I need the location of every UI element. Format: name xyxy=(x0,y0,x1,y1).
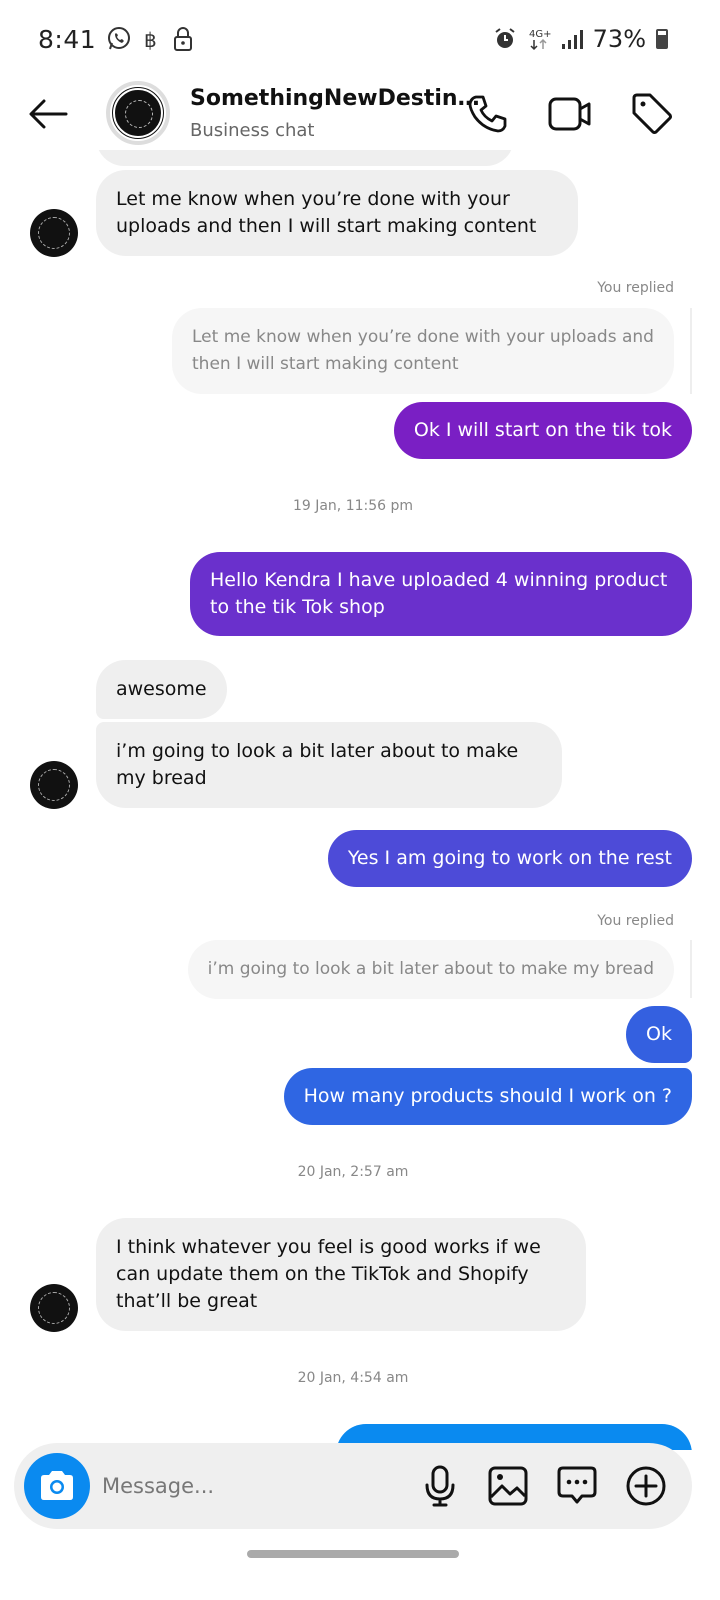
message-list[interactable]: Let me know when you’re done with your u… xyxy=(0,150,720,1450)
back-button[interactable] xyxy=(26,94,70,134)
status-bar: 8:41 ฿ 4G+ 73% xyxy=(0,0,720,78)
gallery-button[interactable] xyxy=(486,1464,530,1508)
more-options-button[interactable] xyxy=(624,1464,668,1508)
message-incoming[interactable]: I think whatever you feel is good works … xyxy=(96,1218,586,1331)
svg-text:4G+: 4G+ xyxy=(529,29,551,40)
timestamp: 20 Jan, 4:54 am xyxy=(297,1370,409,1386)
timestamp: 20 Jan, 2:57 am xyxy=(297,1164,409,1180)
sender-avatar[interactable] xyxy=(30,761,78,809)
reply-label: You replied xyxy=(597,280,674,296)
message-outgoing[interactable]: Yes I am going to work on the rest xyxy=(327,830,692,887)
message-incoming[interactable]: Let me know when you’re done with your u… xyxy=(96,170,578,256)
tag-button[interactable] xyxy=(630,92,674,136)
alarm-icon xyxy=(493,27,517,51)
message-outgoing[interactable]: Ok I will start on the tik tok xyxy=(393,402,692,459)
tag-icon xyxy=(632,93,672,134)
svg-text:฿: ฿ xyxy=(144,28,157,52)
bitcoin-icon: ฿ xyxy=(142,26,162,52)
phone-icon xyxy=(468,95,507,133)
lock-icon xyxy=(172,26,194,52)
message-outgoing[interactable]: How many products should I work on ? xyxy=(283,1068,692,1125)
sticker-button[interactable] xyxy=(555,1464,599,1508)
avatar-logo xyxy=(112,87,164,139)
phone-call-button[interactable] xyxy=(466,92,510,136)
timestamp: 19 Jan, 11:56 pm xyxy=(292,498,414,514)
back-arrow-icon xyxy=(29,99,68,129)
battery-icon xyxy=(656,29,668,49)
message-outgoing[interactable]: Hello Kendra I have uploaded 4 winning p… xyxy=(190,552,692,636)
battery-percent: 73% xyxy=(592,25,646,53)
message-incoming[interactable]: awesome xyxy=(96,660,227,719)
video-call-button[interactable] xyxy=(548,92,592,136)
status-right: 4G+ 73% xyxy=(493,25,668,53)
contact-name[interactable]: SomethingNewDestin… xyxy=(190,86,480,111)
video-icon xyxy=(548,97,591,131)
reply-indicator-bar xyxy=(690,940,692,998)
sender-avatar[interactable] xyxy=(30,209,78,257)
status-time: 8:41 xyxy=(38,24,97,54)
reply-quote[interactable]: Let me know when you’re done with your u… xyxy=(172,308,674,394)
camera-button[interactable] xyxy=(24,1453,90,1519)
sticker-icon xyxy=(557,1466,597,1504)
reply-label: You replied xyxy=(597,913,674,929)
voice-message-button[interactable] xyxy=(418,1464,462,1508)
reply-quote[interactable]: i’m going to look a bit later about to m… xyxy=(187,940,674,999)
signal-icon xyxy=(561,28,583,50)
reply-indicator-bar xyxy=(690,308,692,394)
message-outgoing[interactable]: Ok xyxy=(626,1006,692,1063)
message-input[interactable] xyxy=(102,1467,402,1505)
camera-icon xyxy=(41,1471,73,1500)
message-incoming[interactable]: i’m going to look a bit later about to m… xyxy=(96,722,562,808)
home-indicator[interactable] xyxy=(247,1550,459,1558)
message-composer xyxy=(14,1443,692,1529)
sender-avatar[interactable] xyxy=(30,1284,78,1332)
whatsapp-icon xyxy=(106,26,132,52)
chat-header: SomethingNewDestin… Business chat xyxy=(0,78,720,150)
microphone-icon xyxy=(425,1465,455,1507)
contact-avatar[interactable] xyxy=(106,81,170,145)
contact-subtitle: Business chat xyxy=(190,120,315,141)
add-icon xyxy=(626,1466,666,1506)
network-4g-icon: 4G+ xyxy=(527,26,551,52)
status-left: 8:41 ฿ xyxy=(38,25,194,54)
gallery-icon xyxy=(488,1466,528,1506)
message-bubble-partial xyxy=(96,150,514,166)
